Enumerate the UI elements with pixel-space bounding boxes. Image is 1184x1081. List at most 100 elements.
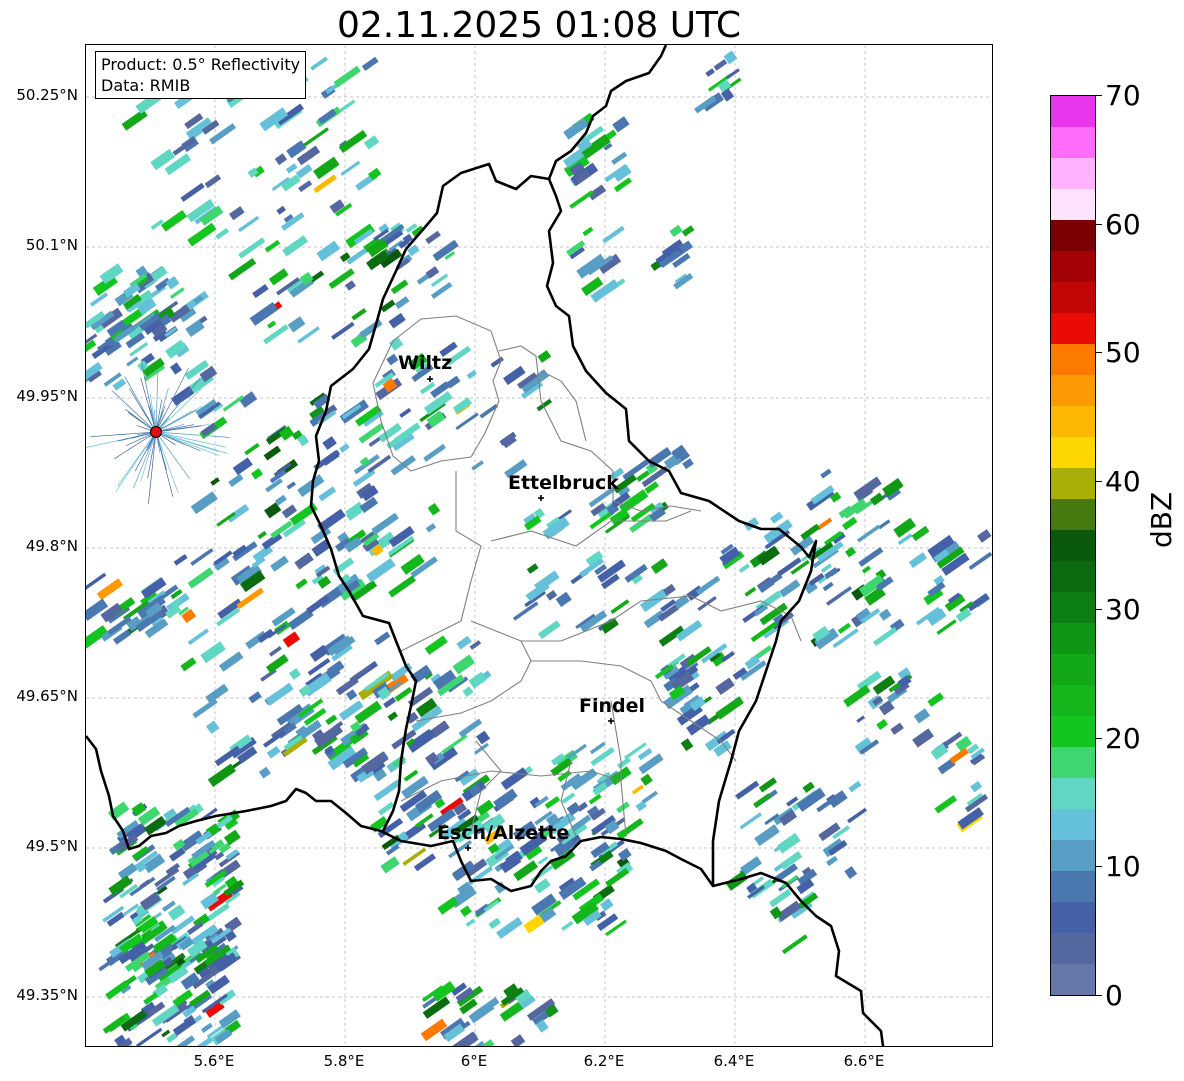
echo-cell	[681, 225, 695, 237]
echo-cell	[842, 516, 858, 531]
echo-cell	[394, 296, 410, 309]
colorbar-segment	[1051, 468, 1095, 499]
echo-cell	[471, 997, 500, 1020]
echo-cell	[295, 578, 308, 590]
echo-cell	[456, 635, 472, 650]
echo-cell	[361, 56, 379, 71]
echo-cell	[893, 517, 916, 538]
echo-cell	[236, 587, 264, 610]
colorbar-tick-label: 50	[1105, 336, 1141, 369]
echo-cell	[705, 68, 715, 77]
city-label-ettelbruck: Ettelbruck	[508, 472, 619, 494]
echo-cell	[776, 832, 801, 854]
colorbar-segment	[1051, 251, 1095, 282]
echo-ray	[140, 377, 157, 433]
data-source-label: Data: RMIB	[101, 76, 191, 95]
echo-cell	[388, 575, 416, 598]
colorbar-segment	[1051, 840, 1095, 871]
product-label: Product: 0.5° Reflectivity	[101, 55, 301, 74]
echo-cell	[822, 581, 834, 592]
echo-cell	[754, 824, 780, 847]
echo-cell	[610, 599, 630, 615]
echo-cell	[170, 287, 185, 299]
echo-cell	[298, 180, 313, 193]
echo-cell	[617, 848, 632, 862]
echo-cell	[268, 646, 282, 657]
colorbar-tick-label: 30	[1105, 593, 1141, 626]
colorbar-segment	[1051, 716, 1095, 747]
echo-cell	[425, 523, 437, 533]
colorbar-segment	[1051, 127, 1095, 158]
echo-cell	[192, 698, 218, 719]
colorbar-segment	[1051, 871, 1095, 902]
echo-cell	[371, 512, 399, 535]
colorbar-segment	[1051, 592, 1095, 623]
echo-cell	[968, 551, 992, 571]
colorbar-segment	[1051, 406, 1095, 437]
echo-cell	[537, 620, 561, 640]
echo-cell	[459, 905, 472, 917]
echo-cell	[844, 866, 858, 880]
colorbar-tick-label: 20	[1105, 722, 1141, 755]
x-tick-label: 6.6°E	[843, 1052, 885, 1070]
echo-cell	[325, 714, 338, 726]
echo-cell	[287, 316, 306, 333]
echo-cell	[471, 460, 484, 471]
echo-cell	[425, 230, 441, 245]
echo-cell	[403, 769, 419, 782]
colorbar-tick-label: 40	[1105, 465, 1141, 498]
echo-cell	[970, 780, 983, 793]
echo-cell	[380, 856, 400, 874]
colorbar-segment	[1051, 313, 1095, 344]
city-label-esch-alzette: Esch/Alzette	[437, 822, 569, 844]
echo-cell	[715, 677, 735, 696]
echo-cell	[187, 628, 209, 645]
echo-cell	[848, 780, 862, 793]
echo-cell	[310, 56, 328, 71]
echo-cell	[779, 579, 801, 598]
echo-cell	[908, 552, 928, 569]
echo-cell	[205, 683, 229, 704]
echo-cell	[363, 135, 380, 150]
echo-cell	[602, 225, 625, 244]
echo-cell	[410, 664, 433, 684]
echo-cell	[316, 240, 341, 262]
y-tick-label: 49.8°N	[25, 537, 78, 555]
colorbar-tick-mark	[1096, 352, 1102, 353]
echo-cell	[285, 163, 298, 174]
x-tick-label: 6°E	[460, 1052, 488, 1070]
y-tick-label: 49.35°N	[16, 986, 78, 1004]
echo-cell	[239, 391, 258, 408]
echo-cell	[275, 494, 287, 506]
colorbar-tick-mark	[1096, 609, 1102, 610]
echo-cell	[913, 708, 931, 724]
echo-cell	[321, 450, 340, 466]
map-title: 02.11.2025 01:08 UTC	[336, 5, 742, 46]
colorbar-segment	[1051, 189, 1095, 220]
echo-cell	[228, 473, 244, 487]
colorbar-segment	[1051, 964, 1095, 995]
echo-cell	[318, 486, 337, 502]
radar-site-marker	[150, 426, 162, 438]
echo-cell	[802, 781, 815, 793]
echo-cell	[500, 767, 529, 791]
echo-cell	[289, 668, 301, 680]
echo-cell	[282, 235, 309, 257]
echo-cell	[878, 608, 892, 621]
echo-cell	[555, 591, 572, 607]
radar-map[interactable]: Wiltz Ettelbruck Findel Esch/Alzette	[85, 44, 993, 1047]
echo-cell	[232, 457, 253, 476]
colorbar-segment	[1051, 561, 1095, 592]
echo-cell	[744, 586, 757, 597]
colorbar-segment	[1051, 685, 1095, 716]
product-info-box: Product: 0.5° Reflectivity Data: RMIB	[95, 51, 307, 99]
echo-cell	[359, 496, 379, 513]
echo-cell	[180, 182, 205, 202]
country-borders	[86, 45, 885, 1046]
colorbar-segment	[1051, 437, 1095, 468]
echo-cell	[366, 558, 396, 583]
y-tick-label: 50.1°N	[25, 236, 78, 254]
colorbar-segment	[1051, 96, 1095, 127]
echo-cell	[190, 548, 214, 566]
echo-cell	[200, 1022, 213, 1033]
